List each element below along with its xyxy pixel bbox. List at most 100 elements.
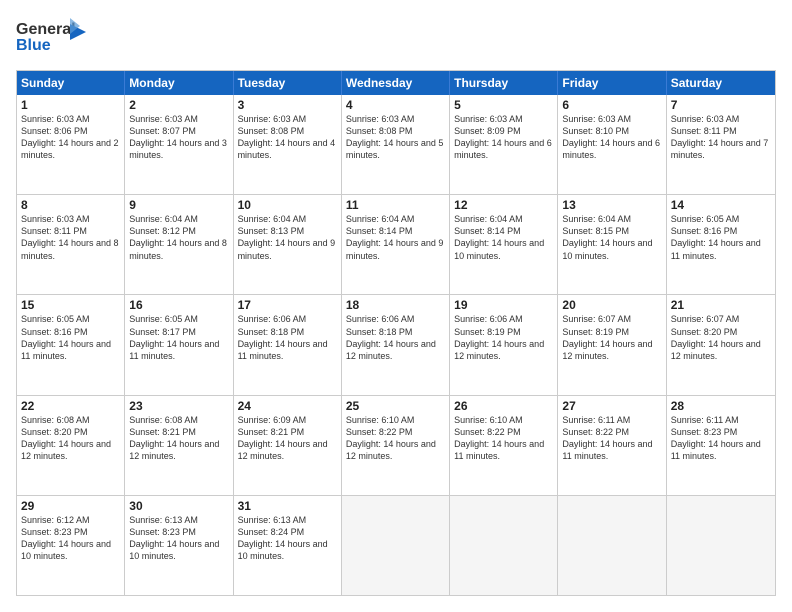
day-number: 26: [454, 399, 553, 413]
day-number: 21: [671, 298, 771, 312]
day-number: 30: [129, 499, 228, 513]
cell-info: Sunrise: 6:04 AMSunset: 8:14 PMDaylight:…: [454, 213, 553, 262]
day-number: 2: [129, 98, 228, 112]
calendar-cell: 26Sunrise: 6:10 AMSunset: 8:22 PMDayligh…: [450, 396, 558, 495]
cell-info: Sunrise: 6:03 AMSunset: 8:10 PMDaylight:…: [562, 113, 661, 162]
cell-info: Sunrise: 6:07 AMSunset: 8:20 PMDaylight:…: [671, 313, 771, 362]
cell-info: Sunrise: 6:11 AMSunset: 8:23 PMDaylight:…: [671, 414, 771, 463]
calendar-cell: 18Sunrise: 6:06 AMSunset: 8:18 PMDayligh…: [342, 295, 450, 394]
calendar-cell: [667, 496, 775, 595]
cell-info: Sunrise: 6:03 AMSunset: 8:11 PMDaylight:…: [671, 113, 771, 162]
calendar-cell: 19Sunrise: 6:06 AMSunset: 8:19 PMDayligh…: [450, 295, 558, 394]
cell-info: Sunrise: 6:05 AMSunset: 8:16 PMDaylight:…: [21, 313, 120, 362]
calendar-row: 8Sunrise: 6:03 AMSunset: 8:11 PMDaylight…: [17, 194, 775, 294]
cell-info: Sunrise: 6:04 AMSunset: 8:13 PMDaylight:…: [238, 213, 337, 262]
cell-info: Sunrise: 6:13 AMSunset: 8:24 PMDaylight:…: [238, 514, 337, 563]
cell-info: Sunrise: 6:06 AMSunset: 8:18 PMDaylight:…: [238, 313, 337, 362]
cell-info: Sunrise: 6:03 AMSunset: 8:08 PMDaylight:…: [346, 113, 445, 162]
day-number: 9: [129, 198, 228, 212]
calendar-cell: 7Sunrise: 6:03 AMSunset: 8:11 PMDaylight…: [667, 95, 775, 194]
day-number: 18: [346, 298, 445, 312]
logo-icon: General Blue: [16, 16, 86, 60]
cell-info: Sunrise: 6:04 AMSunset: 8:15 PMDaylight:…: [562, 213, 661, 262]
day-number: 7: [671, 98, 771, 112]
calendar-cell: [342, 496, 450, 595]
calendar-cell: 10Sunrise: 6:04 AMSunset: 8:13 PMDayligh…: [234, 195, 342, 294]
header-cell-tuesday: Tuesday: [234, 71, 342, 95]
calendar-cell: 12Sunrise: 6:04 AMSunset: 8:14 PMDayligh…: [450, 195, 558, 294]
calendar-cell: 24Sunrise: 6:09 AMSunset: 8:21 PMDayligh…: [234, 396, 342, 495]
calendar-cell: 30Sunrise: 6:13 AMSunset: 8:23 PMDayligh…: [125, 496, 233, 595]
calendar-cell: 28Sunrise: 6:11 AMSunset: 8:23 PMDayligh…: [667, 396, 775, 495]
calendar-cell: 9Sunrise: 6:04 AMSunset: 8:12 PMDaylight…: [125, 195, 233, 294]
day-number: 20: [562, 298, 661, 312]
day-number: 5: [454, 98, 553, 112]
header-cell-monday: Monday: [125, 71, 233, 95]
day-number: 31: [238, 499, 337, 513]
day-number: 19: [454, 298, 553, 312]
header-cell-saturday: Saturday: [667, 71, 775, 95]
calendar-cell: 27Sunrise: 6:11 AMSunset: 8:22 PMDayligh…: [558, 396, 666, 495]
cell-info: Sunrise: 6:03 AMSunset: 8:07 PMDaylight:…: [129, 113, 228, 162]
cell-info: Sunrise: 6:04 AMSunset: 8:14 PMDaylight:…: [346, 213, 445, 262]
day-number: 8: [21, 198, 120, 212]
calendar-cell: 25Sunrise: 6:10 AMSunset: 8:22 PMDayligh…: [342, 396, 450, 495]
cell-info: Sunrise: 6:08 AMSunset: 8:20 PMDaylight:…: [21, 414, 120, 463]
day-number: 12: [454, 198, 553, 212]
cell-info: Sunrise: 6:03 AMSunset: 8:09 PMDaylight:…: [454, 113, 553, 162]
day-number: 14: [671, 198, 771, 212]
cell-info: Sunrise: 6:10 AMSunset: 8:22 PMDaylight:…: [454, 414, 553, 463]
cell-info: Sunrise: 6:09 AMSunset: 8:21 PMDaylight:…: [238, 414, 337, 463]
day-number: 25: [346, 399, 445, 413]
calendar-cell: 3Sunrise: 6:03 AMSunset: 8:08 PMDaylight…: [234, 95, 342, 194]
calendar-cell: 1Sunrise: 6:03 AMSunset: 8:06 PMDaylight…: [17, 95, 125, 194]
cell-info: Sunrise: 6:06 AMSunset: 8:19 PMDaylight:…: [454, 313, 553, 362]
calendar-cell: 20Sunrise: 6:07 AMSunset: 8:19 PMDayligh…: [558, 295, 666, 394]
calendar-row: 1Sunrise: 6:03 AMSunset: 8:06 PMDaylight…: [17, 95, 775, 194]
calendar-cell: [558, 496, 666, 595]
header-cell-sunday: Sunday: [17, 71, 125, 95]
day-number: 16: [129, 298, 228, 312]
calendar-cell: 23Sunrise: 6:08 AMSunset: 8:21 PMDayligh…: [125, 396, 233, 495]
day-number: 23: [129, 399, 228, 413]
calendar-cell: 17Sunrise: 6:06 AMSunset: 8:18 PMDayligh…: [234, 295, 342, 394]
calendar-cell: 5Sunrise: 6:03 AMSunset: 8:09 PMDaylight…: [450, 95, 558, 194]
day-number: 22: [21, 399, 120, 413]
day-number: 28: [671, 399, 771, 413]
calendar-cell: 15Sunrise: 6:05 AMSunset: 8:16 PMDayligh…: [17, 295, 125, 394]
calendar-cell: 6Sunrise: 6:03 AMSunset: 8:10 PMDaylight…: [558, 95, 666, 194]
day-number: 27: [562, 399, 661, 413]
calendar-cell: 8Sunrise: 6:03 AMSunset: 8:11 PMDaylight…: [17, 195, 125, 294]
day-number: 24: [238, 399, 337, 413]
header-cell-wednesday: Wednesday: [342, 71, 450, 95]
svg-text:Blue: Blue: [16, 37, 51, 54]
cell-info: Sunrise: 6:07 AMSunset: 8:19 PMDaylight:…: [562, 313, 661, 362]
cell-info: Sunrise: 6:03 AMSunset: 8:08 PMDaylight:…: [238, 113, 337, 162]
calendar-cell: 21Sunrise: 6:07 AMSunset: 8:20 PMDayligh…: [667, 295, 775, 394]
cell-info: Sunrise: 6:05 AMSunset: 8:17 PMDaylight:…: [129, 313, 228, 362]
calendar-cell: 22Sunrise: 6:08 AMSunset: 8:20 PMDayligh…: [17, 396, 125, 495]
calendar-header: SundayMondayTuesdayWednesdayThursdayFrid…: [17, 71, 775, 95]
cell-info: Sunrise: 6:05 AMSunset: 8:16 PMDaylight:…: [671, 213, 771, 262]
cell-info: Sunrise: 6:10 AMSunset: 8:22 PMDaylight:…: [346, 414, 445, 463]
calendar-cell: 29Sunrise: 6:12 AMSunset: 8:23 PMDayligh…: [17, 496, 125, 595]
day-number: 6: [562, 98, 661, 112]
cell-info: Sunrise: 6:13 AMSunset: 8:23 PMDaylight:…: [129, 514, 228, 563]
calendar-row: 15Sunrise: 6:05 AMSunset: 8:16 PMDayligh…: [17, 294, 775, 394]
cell-info: Sunrise: 6:03 AMSunset: 8:06 PMDaylight:…: [21, 113, 120, 162]
calendar-cell: [450, 496, 558, 595]
cell-info: Sunrise: 6:03 AMSunset: 8:11 PMDaylight:…: [21, 213, 120, 262]
calendar-row: 22Sunrise: 6:08 AMSunset: 8:20 PMDayligh…: [17, 395, 775, 495]
day-number: 3: [238, 98, 337, 112]
day-number: 1: [21, 98, 120, 112]
day-number: 10: [238, 198, 337, 212]
day-number: 29: [21, 499, 120, 513]
svg-text:General: General: [16, 21, 76, 38]
header-cell-friday: Friday: [558, 71, 666, 95]
calendar-cell: 31Sunrise: 6:13 AMSunset: 8:24 PMDayligh…: [234, 496, 342, 595]
day-number: 4: [346, 98, 445, 112]
calendar-cell: 11Sunrise: 6:04 AMSunset: 8:14 PMDayligh…: [342, 195, 450, 294]
calendar-cell: 13Sunrise: 6:04 AMSunset: 8:15 PMDayligh…: [558, 195, 666, 294]
logo: General Blue: [16, 16, 86, 60]
day-number: 17: [238, 298, 337, 312]
